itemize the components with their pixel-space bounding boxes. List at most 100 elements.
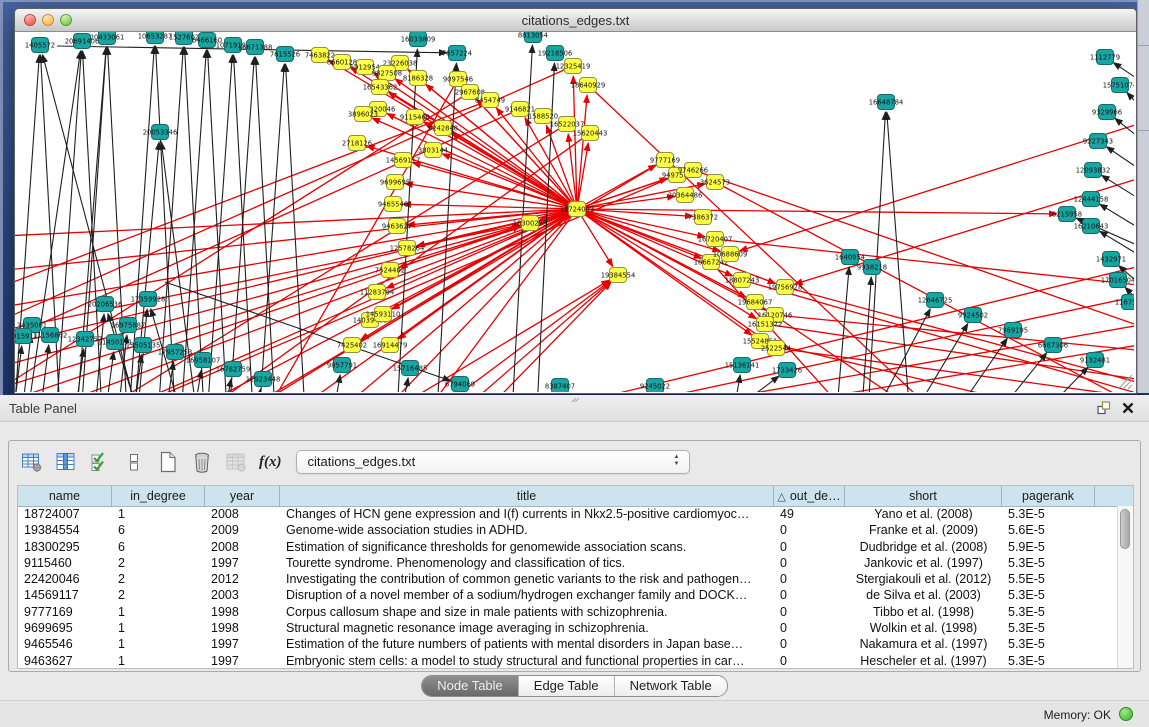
- network-node[interactable]: 16648784: [869, 95, 904, 110]
- table-row[interactable]: 977716911998Corpus callosum shape and si…: [18, 604, 1118, 620]
- network-node[interactable]: 16210643: [1074, 219, 1109, 234]
- table-row[interactable]: 1830029562008Estimation of significance …: [18, 539, 1118, 555]
- table-row[interactable]: 2242004622012Investigating the contribut…: [18, 571, 1118, 587]
- table-settings-button[interactable]: [19, 449, 45, 475]
- node-label: 17957253: [158, 348, 193, 356]
- network-node[interactable]: 7857224: [442, 46, 472, 61]
- table-cell: 9777169: [18, 604, 112, 620]
- column-header[interactable]: in_degree: [112, 486, 205, 506]
- network-node[interactable]: 1432971: [1096, 252, 1126, 267]
- table-body: 1872400712008Changes of HCN gene express…: [18, 506, 1118, 668]
- network-node[interactable]: 3803144: [418, 143, 448, 158]
- network-node[interactable]: 1112779: [1090, 50, 1120, 65]
- column-header[interactable]: short: [845, 486, 1002, 506]
- network-node[interactable]: 16782759: [216, 362, 251, 377]
- network-node[interactable]: 17359928: [131, 292, 166, 307]
- network-node[interactable]: 9245022: [640, 379, 670, 393]
- table-cell: 0: [774, 571, 845, 587]
- deselect-all-rows-button[interactable]: [121, 449, 147, 475]
- table-cell: Tibbo et al. (1998): [845, 604, 1002, 620]
- network-node[interactable]: 20206536: [88, 297, 123, 312]
- column-header[interactable]: pagerank: [1002, 486, 1095, 506]
- table-row[interactable]: 911546021997Tourette syndrome. Phenomeno…: [18, 555, 1118, 571]
- close-panel-icon[interactable]: [1121, 401, 1135, 415]
- network-node[interactable]: 9938218: [857, 260, 887, 275]
- table-cell: 5.3E-5: [1002, 636, 1095, 652]
- delete-table-button[interactable]: [223, 449, 249, 475]
- network-node[interactable]: 19384554: [601, 268, 636, 283]
- table-cell: Changes of HCN gene expression and I(f) …: [280, 506, 774, 522]
- network-edges: [15, 45, 1134, 392]
- table-cell: Embryonic stem cells: a model to study s…: [280, 653, 774, 668]
- node-label: 15620443: [573, 129, 608, 137]
- network-node[interactable]: 8813054: [518, 32, 548, 43]
- delete-columns-button[interactable]: [189, 449, 215, 475]
- table-row[interactable]: 1456911722003Disruption of a novel membe…: [18, 587, 1118, 603]
- tab-network-table[interactable]: Network Table: [614, 676, 727, 696]
- node-label: 13505135: [126, 341, 161, 349]
- table-row[interactable]: 969969511998Structural magnetic resonanc…: [18, 620, 1118, 636]
- network-node[interactable]: 15751074: [1103, 78, 1134, 93]
- table-row[interactable]: 1938455462009Genome-wide association stu…: [18, 522, 1118, 538]
- scrollbar-thumb[interactable]: [1120, 509, 1130, 549]
- network-node[interactable]: 16543362: [363, 80, 398, 95]
- select-all-rows-button[interactable]: [87, 449, 113, 475]
- function-builder-button[interactable]: f(x): [259, 454, 282, 471]
- select-columns-button[interactable]: [53, 449, 79, 475]
- network-node[interactable]: 16720407: [698, 232, 733, 247]
- table-row[interactable]: 1872400712008Changes of HCN gene express…: [18, 506, 1118, 522]
- network-node[interactable]: 7386372: [688, 210, 718, 225]
- table-select-combobox[interactable]: citations_edges.txt ▲▼: [296, 450, 690, 474]
- column-header[interactable]: title: [280, 486, 774, 506]
- node-label: 1167533: [1115, 298, 1134, 306]
- network-node[interactable]: 10653287: [138, 32, 173, 44]
- network-node[interactable]: 1733426: [772, 363, 802, 378]
- create-column-button[interactable]: [155, 449, 181, 475]
- network-node[interactable]: 9132481: [1080, 353, 1110, 368]
- network-node[interactable]: 12444158: [1074, 192, 1109, 207]
- network-node[interactable]: 9227343: [1083, 134, 1113, 149]
- column-header[interactable]: name: [18, 486, 112, 506]
- table-cell: 5.3E-5: [1002, 555, 1095, 571]
- window-resize-grip[interactable]: [1114, 371, 1134, 391]
- column-header-label: out_de…: [790, 489, 841, 503]
- network-node[interactable]: 18640929: [571, 78, 606, 93]
- network-node[interactable]: 12093832: [1076, 163, 1111, 178]
- network-graph[interactable]: 1872400718300295977716994975689746266203…: [15, 32, 1134, 392]
- network-canvas[interactable]: 1872400718300295977716994975689746266203…: [15, 32, 1136, 393]
- node-label: 1640954: [835, 253, 865, 261]
- network-node[interactable]: 1167533: [1115, 295, 1134, 310]
- network-node[interactable]: 6794069: [445, 377, 475, 392]
- network-node[interactable]: 2718126: [342, 136, 372, 151]
- network-node[interactable]: 9329966: [1092, 105, 1122, 120]
- table-cell: 9463627: [18, 653, 112, 668]
- network-node[interactable]: 1640954: [835, 250, 865, 265]
- node-label: 2522544: [761, 344, 791, 352]
- network-window-titlebar[interactable]: citations_edges.txt: [15, 9, 1136, 32]
- tab-node-table[interactable]: Node Table: [422, 676, 518, 696]
- network-node[interactable]: 7615526: [270, 47, 300, 62]
- table-row[interactable]: 946554611997Estimation of the future num…: [18, 636, 1118, 652]
- network-node[interactable]: 1405572: [25, 38, 55, 53]
- network-node[interactable]: 6687306: [1038, 338, 1068, 353]
- panel-divider-grip[interactable]: [570, 396, 582, 404]
- table-row[interactable]: 946362711997Embryonic stem cells: a mode…: [18, 653, 1118, 668]
- node-label: 3896023: [348, 110, 378, 118]
- column-header-label: title: [517, 489, 536, 503]
- node-label: 17359928: [131, 295, 166, 303]
- node-label: 16975887: [111, 321, 146, 329]
- float-panel-icon[interactable]: [1097, 401, 1111, 415]
- network-node[interactable]: 8387407: [545, 379, 575, 393]
- network-node[interactable]: 16033809: [401, 32, 436, 47]
- column-header[interactable]: year: [205, 486, 280, 506]
- table-cell: 2: [112, 555, 205, 571]
- table-cell: 0: [774, 522, 845, 538]
- network-node[interactable]: 16914479: [373, 338, 408, 353]
- node-label: 16914479: [373, 341, 408, 349]
- column-header[interactable]: △out_de…: [774, 486, 845, 506]
- tab-edge-table[interactable]: Edge Table: [518, 676, 614, 696]
- node-label: 14569117: [386, 156, 421, 164]
- network-node[interactable]: 9699695: [380, 175, 410, 190]
- network-node[interactable]: 8186328: [403, 71, 433, 86]
- table-scrollbar[interactable]: [1117, 506, 1133, 668]
